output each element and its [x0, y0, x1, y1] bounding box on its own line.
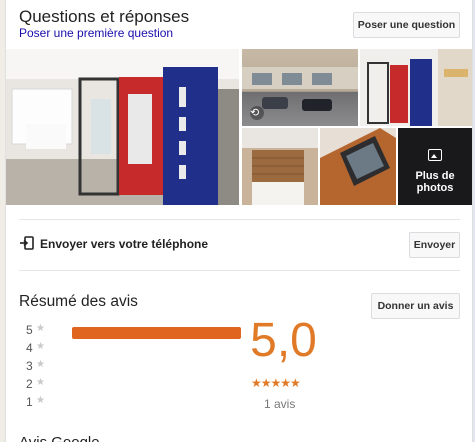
- photo-doors[interactable]: [360, 49, 472, 126]
- photo-showroom[interactable]: [6, 49, 239, 205]
- rating-bar: [72, 345, 241, 357]
- rating-bar: [72, 381, 241, 393]
- star-icon: ★: [36, 341, 45, 352]
- ask-question-button[interactable]: Poser une question: [353, 12, 460, 38]
- review-count-link[interactable]: 1 avis: [264, 397, 295, 411]
- google-reviews-title: Avis Google: [19, 434, 100, 442]
- qa-title: Questions et réponses: [19, 7, 190, 26]
- star-icon: ★: [36, 323, 45, 334]
- average-rating: 5,0: [250, 314, 317, 367]
- rating-stars: ★★★★★: [251, 376, 301, 390]
- rating-bar: [72, 363, 241, 375]
- star-icon: ★: [36, 377, 45, 388]
- shutter-illustration: [242, 128, 318, 205]
- street-illustration: [242, 67, 358, 120]
- send-button[interactable]: Envoyer: [409, 232, 460, 258]
- star-icon: ★: [36, 359, 45, 370]
- photo-gallery: ⟲ Plus de photos: [6, 49, 472, 205]
- showroom-illustration: [6, 49, 239, 205]
- send-to-phone-label[interactable]: Envoyer vers votre téléphone: [40, 237, 208, 251]
- write-review-button[interactable]: Donner un avis: [371, 293, 460, 319]
- photo-roof-window[interactable]: [320, 128, 396, 205]
- reviews-summary-title: Résumé des avis: [19, 293, 138, 310]
- rating-row-label: 4: [26, 341, 33, 355]
- send-to-phone-icon: [20, 236, 34, 250]
- roof-illustration: [320, 128, 396, 205]
- doors-illustration: [367, 49, 472, 126]
- star-icon: ★: [36, 395, 45, 406]
- more-photos-label: Plus de photos: [415, 170, 455, 194]
- rating-bar: [72, 399, 241, 411]
- divider: [19, 270, 460, 271]
- street-view-icon: ⟲: [250, 107, 260, 119]
- more-photos-tile[interactable]: Plus de photos: [398, 128, 472, 205]
- first-question-link[interactable]: Poser une première question: [19, 26, 173, 40]
- photo-shutter[interactable]: [242, 128, 318, 205]
- divider: [19, 219, 460, 220]
- rating-row-label: 2: [26, 377, 33, 391]
- place-panel: Questions et réponses Poser une première…: [5, 0, 473, 442]
- rating-row-label: 3: [26, 359, 33, 373]
- photos-icon: [428, 149, 442, 161]
- rating-row-label: 5: [26, 323, 33, 337]
- rating-bar: [72, 327, 241, 339]
- rating-bar-fill: [72, 327, 241, 339]
- photo-street-view[interactable]: ⟲: [242, 49, 358, 126]
- rating-row-label: 1: [26, 395, 33, 409]
